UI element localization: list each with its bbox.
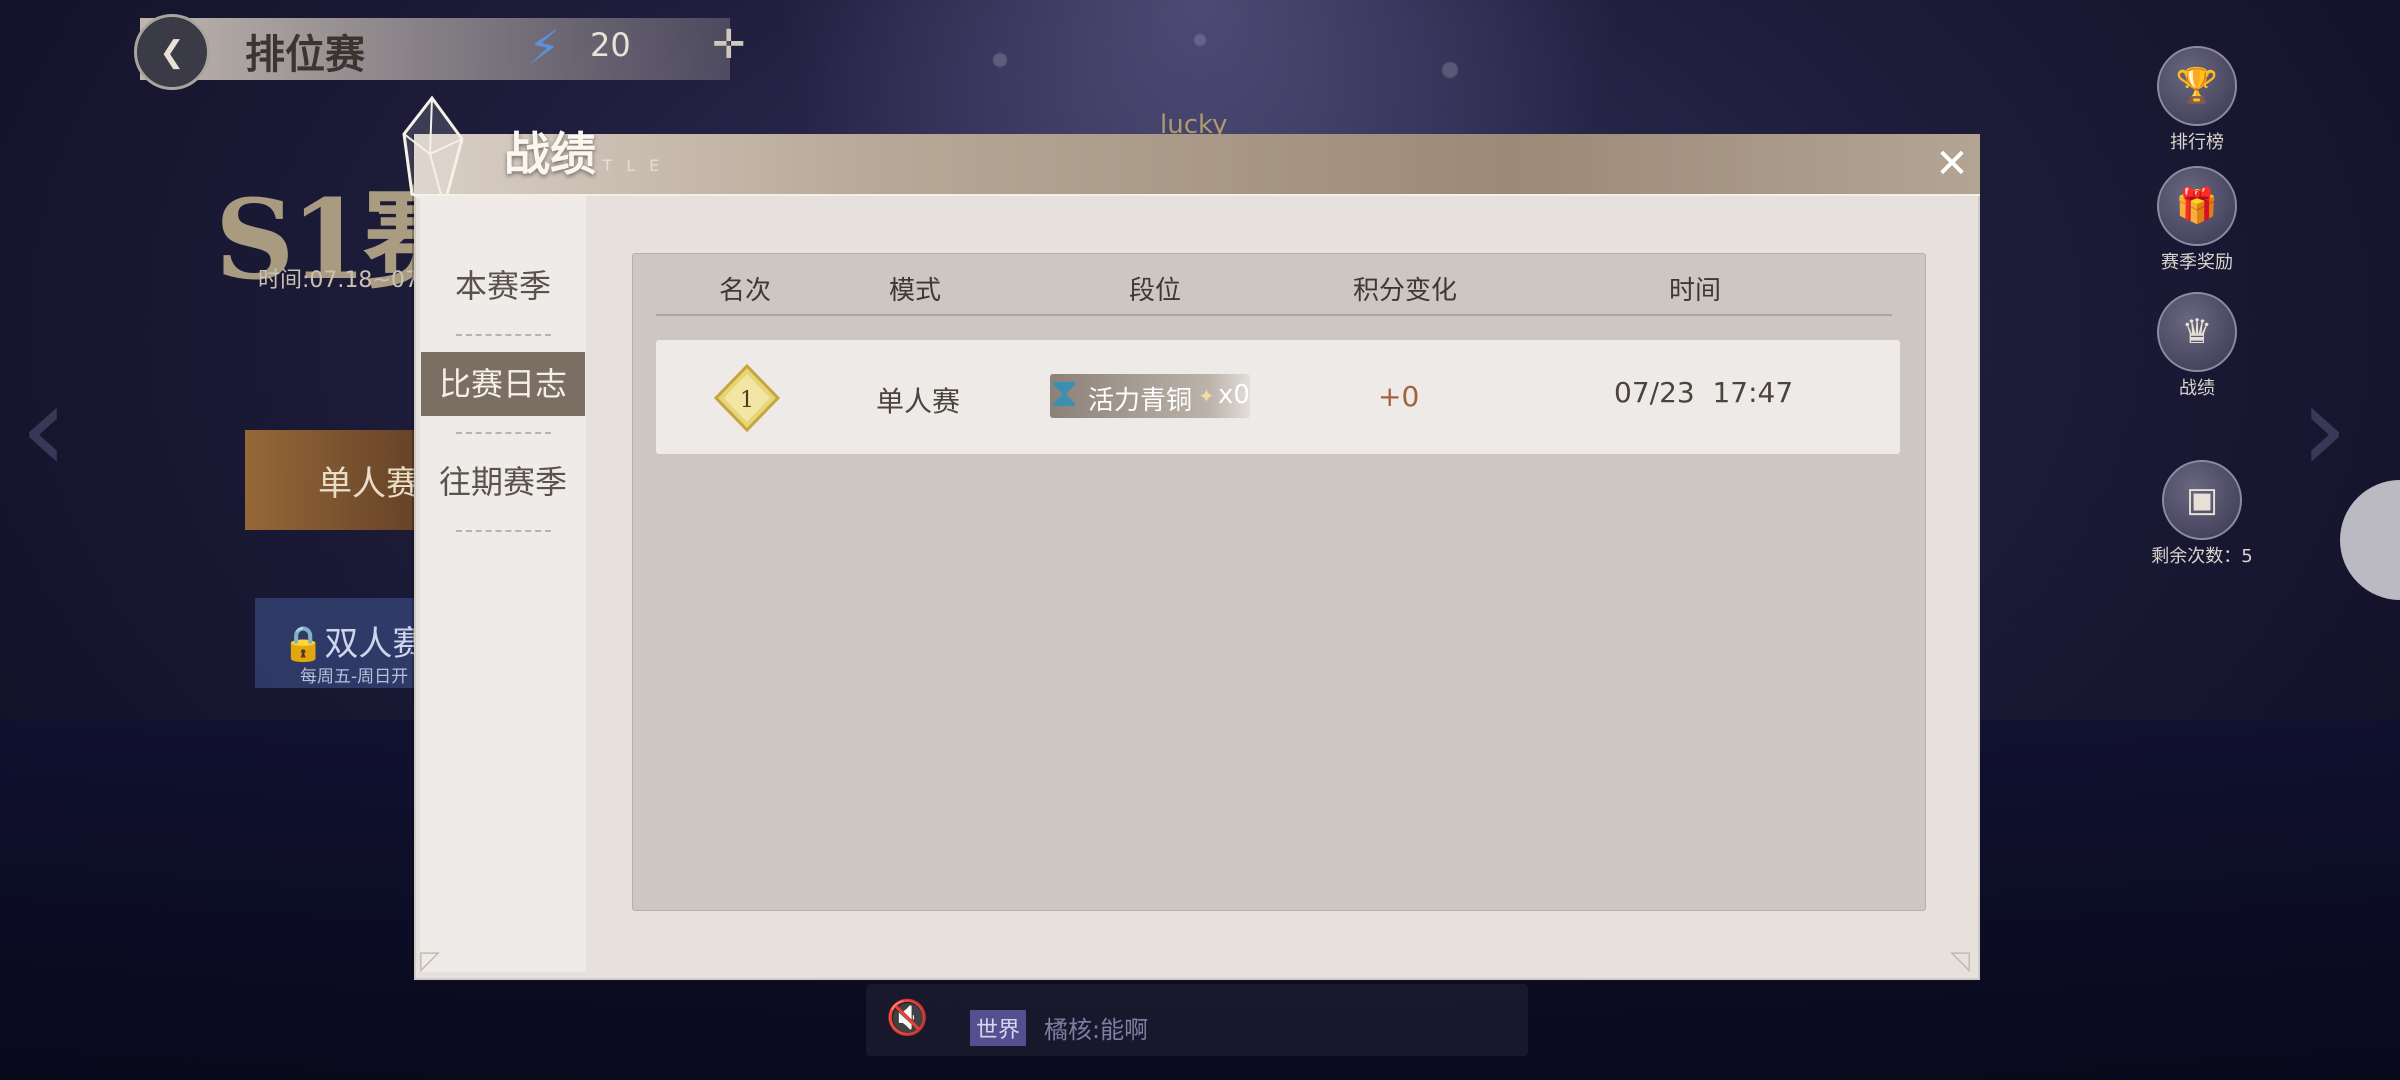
crown-shield-icon: ♛ <box>2157 292 2237 372</box>
row-score-change: +0 <box>1378 380 1420 413</box>
energy-count: 20 <box>590 26 631 64</box>
lightning-icon: ⚡ <box>528 20 561 74</box>
star-icon: ✦ <box>1198 384 1215 408</box>
chevron-left-icon: ‹ <box>20 360 68 499</box>
tab-past-seasons[interactable]: 往期赛季 <box>421 450 585 514</box>
modal-title: 战绩 <box>504 127 596 181</box>
corner-ornament-icon: ◸ <box>420 946 440 976</box>
rank-number: 1 <box>740 388 754 413</box>
row-mode: 单人赛 <box>876 385 961 418</box>
season-time: 时间:07.18~07 <box>258 268 419 293</box>
leaderboard-label: 排行榜 <box>2170 132 2224 153</box>
duo-mode-schedule: 每周五-周日开 <box>300 667 409 687</box>
tab-current-season[interactable]: 本赛季 <box>421 254 585 318</box>
corner-ornament-icon: ◹ <box>1950 946 1970 976</box>
speaker-mute-icon[interactable]: 🔇 <box>886 998 928 1038</box>
row-time: 07/23 17:47 <box>1614 376 1794 409</box>
column-header-tier: 段位 <box>1128 276 1181 306</box>
solo-mode-label: 单人赛 <box>318 464 420 504</box>
top-bar <box>140 18 730 80</box>
rank-badge-icon: 1 <box>713 363 781 432</box>
hourglass-tier-icon: ⧗ <box>1050 370 1079 416</box>
chat-box[interactable] <box>866 984 1528 1056</box>
duo-mode-label: 🔒双人赛 <box>282 624 427 664</box>
remaining-count[interactable]: ▣ 剩余次数：5 <box>2142 460 2262 568</box>
page-title: 排位赛 <box>245 31 365 78</box>
gift-icon: 🎁 <box>2157 166 2237 246</box>
chat-message: 橘核:能啊 <box>1044 1016 1149 1044</box>
cube-icon: ▣ <box>2162 460 2242 540</box>
season-rewards-label: 赛季奖励 <box>2161 252 2233 273</box>
plus-sparkle-icon[interactable]: ✛ <box>712 22 746 68</box>
records-label: 战绩 <box>2179 378 2215 399</box>
season-rewards-button[interactable]: 🎁 赛季奖励 <box>2142 166 2252 274</box>
tab-divider <box>456 334 551 336</box>
remaining-count-label: 剩余次数：5 <box>2151 546 2253 567</box>
leaderboard-button[interactable]: 🏆 排行榜 <box>2142 46 2252 154</box>
column-header-time: 时间 <box>1668 276 1721 306</box>
tab-match-log[interactable]: 比赛日志 <box>421 352 585 416</box>
tab-divider <box>456 432 551 434</box>
chat-channel-tag: 世界 <box>970 1010 1027 1046</box>
tab-divider <box>456 530 551 532</box>
lock-icon: 🔒 <box>282 624 325 664</box>
close-icon[interactable]: ✕ <box>1930 141 1974 187</box>
column-header-mode: 模式 <box>888 276 941 306</box>
column-header-score-change: 积分变化 <box>1352 276 1457 306</box>
trophy-icon: 🏆 <box>2157 46 2237 126</box>
records-button[interactable]: ♛ 战绩 <box>2142 292 2252 400</box>
column-header-rank: 名次 <box>718 276 771 306</box>
chevron-right-icon: › <box>2300 360 2348 499</box>
row-tier-multiplier: x0 <box>1218 380 1250 410</box>
header-divider <box>656 314 1892 316</box>
back-arrow-icon[interactable]: ❮ <box>134 14 210 90</box>
row-tier: 活力青铜 <box>1088 386 1193 416</box>
